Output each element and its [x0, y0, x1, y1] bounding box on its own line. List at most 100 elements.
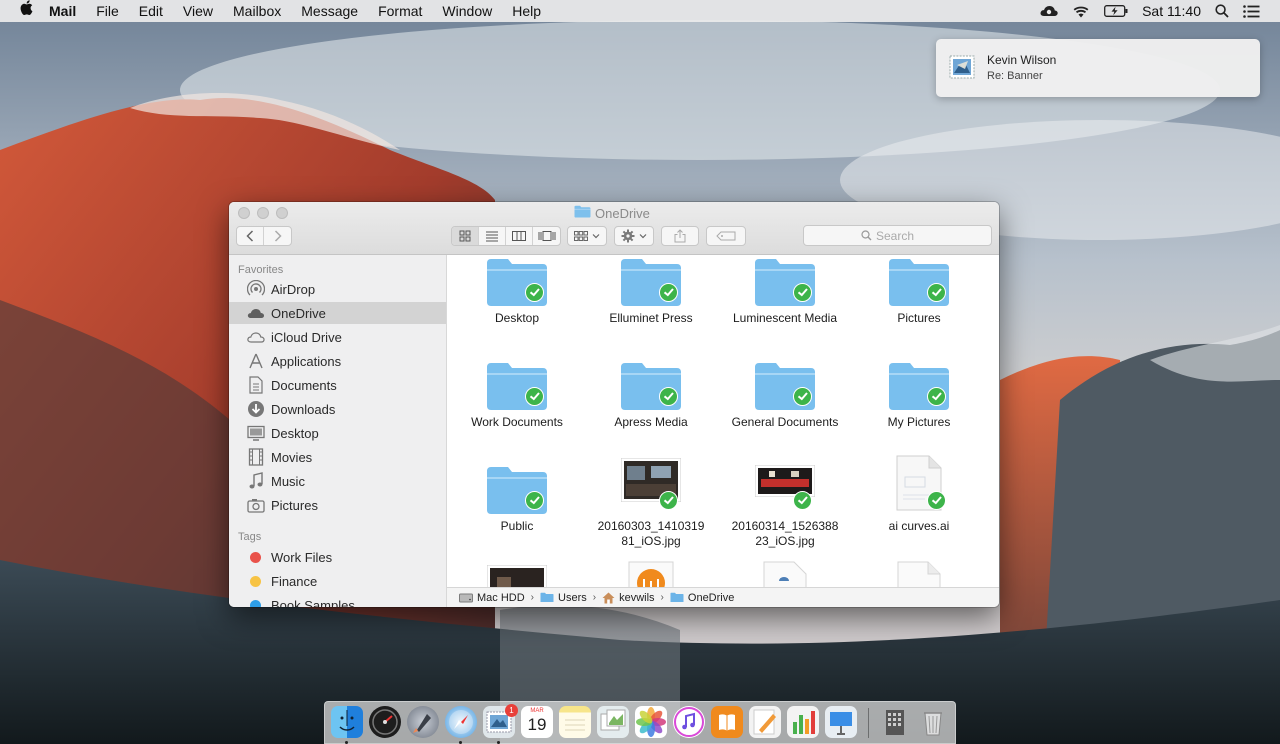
dock-photos-icon[interactable] — [635, 706, 667, 738]
menu-format[interactable]: Format — [368, 0, 432, 22]
folder-item-pictures[interactable]: Pictures — [854, 255, 984, 326]
icloud-icon — [247, 328, 265, 346]
sidebar-item-label: OneDrive — [271, 305, 326, 321]
sidebar-tag-work-files[interactable]: Work Files — [229, 546, 446, 568]
folder-item-general-documents[interactable]: General Documents — [720, 351, 850, 430]
menu-help[interactable]: Help — [502, 0, 551, 22]
dock-itunes-icon[interactable] — [673, 706, 705, 738]
photo-item-20160303[interactable]: 20160303_1410319 81_iOS.jpg — [586, 455, 716, 549]
path-segment-onedrive[interactable]: OneDrive — [670, 592, 734, 604]
back-button[interactable] — [237, 227, 264, 245]
folder-item-luminescent-media[interactable]: Luminescent Media — [720, 255, 850, 326]
spotlight-search-icon[interactable] — [1215, 4, 1229, 18]
synced-checkmark-icon — [659, 387, 678, 406]
search-input[interactable] — [876, 228, 934, 243]
dock-ibooks-icon[interactable] — [711, 706, 743, 738]
sidebar-item-music[interactable]: Music — [229, 470, 446, 492]
folder-item-my-pictures[interactable]: My Pictures — [854, 351, 984, 430]
menu-file[interactable]: File — [86, 0, 129, 22]
folder-item-elluminet-press[interactable]: Elluminet Press — [586, 255, 716, 326]
column-view-button[interactable] — [506, 227, 533, 245]
sidebar-item-onedrive[interactable]: OneDrive — [229, 302, 446, 324]
creative-cloud-icon[interactable] — [1040, 5, 1058, 17]
dock-numbers-icon[interactable] — [787, 706, 819, 738]
icon-view-button[interactable] — [452, 227, 479, 245]
close-window-button[interactable] — [238, 207, 250, 219]
item-name: Public — [500, 519, 534, 533]
dock-launchpad-icon[interactable] — [407, 706, 439, 738]
navigation-buttons — [236, 226, 292, 246]
document-icon — [897, 561, 941, 587]
finder-toolbar: OneDrive — [229, 202, 999, 255]
mail-notification-banner[interactable]: Kevin Wilson Re: Banner — [936, 39, 1260, 97]
dock-trash-icon[interactable] — [917, 706, 949, 738]
sidebar-item-pictures[interactable]: Pictures — [229, 494, 446, 516]
dock-safari-icon[interactable] — [445, 706, 477, 738]
menu-bar-clock[interactable]: Sat 11:40 — [1142, 3, 1201, 19]
action-menu-button[interactable] — [614, 226, 654, 246]
list-view-button[interactable] — [479, 227, 506, 245]
sidebar-item-documents[interactable]: Documents — [229, 374, 446, 396]
dock-dashboard-icon[interactable] — [369, 706, 401, 738]
sidebar-tag-book-samples[interactable]: Book Samples — [229, 594, 446, 607]
battery-charging-icon[interactable] — [1104, 5, 1128, 17]
chevron-left-icon — [246, 230, 254, 242]
menu-window[interactable]: Window — [432, 0, 502, 22]
menu-message[interactable]: Message — [291, 0, 368, 22]
folder-item-work-documents[interactable]: Work Documents — [452, 351, 582, 430]
sidebar-item-downloads[interactable]: Downloads — [229, 398, 446, 420]
dock-calendar-icon[interactable]: MAR 19 — [521, 706, 553, 738]
dock-pages-icon[interactable] — [749, 706, 781, 738]
ibooks-document-item-partial[interactable] — [586, 559, 716, 587]
menu-view[interactable]: View — [173, 0, 223, 22]
folder-item-desktop[interactable]: Desktop — [452, 255, 582, 326]
arrange-menu-button[interactable] — [567, 226, 607, 246]
photo-item-partial[interactable] — [452, 559, 582, 587]
share-button[interactable] — [661, 226, 699, 246]
minimize-window-button[interactable] — [257, 207, 269, 219]
sidebar-item-movies[interactable]: Movies — [229, 446, 446, 468]
wifi-icon[interactable] — [1072, 5, 1090, 18]
mail-badge: 1 — [505, 704, 518, 717]
dock-utilities-stack-icon[interactable] — [879, 706, 911, 738]
menu-mailbox[interactable]: Mailbox — [223, 0, 291, 22]
sidebar-item-label: Documents — [271, 377, 337, 393]
apple-menu-icon[interactable] — [0, 0, 45, 22]
path-segment-users[interactable]: Users — [540, 592, 587, 604]
arrange-grid-icon — [574, 231, 588, 241]
document-item-partial-1[interactable] — [720, 559, 850, 587]
notification-center-icon[interactable] — [1243, 4, 1260, 18]
sidebar-item-desktop[interactable]: Desktop — [229, 422, 446, 444]
folder-item-apress-media[interactable]: Apress Media — [586, 351, 716, 430]
edit-tags-button[interactable] — [706, 226, 746, 246]
document-item-ai-curves[interactable]: ai curves.ai — [854, 455, 984, 534]
photo-item-20160314[interactable]: 20160314_1526388 23_iOS.jpg — [720, 455, 850, 549]
synced-checkmark-icon — [525, 283, 544, 302]
home-icon — [602, 592, 615, 603]
folder-icon — [574, 205, 591, 221]
dock-keynote-icon[interactable] — [825, 706, 857, 738]
forward-button[interactable] — [264, 227, 291, 245]
folder-item-public[interactable]: Public — [452, 455, 582, 534]
dock-finder-icon[interactable] — [331, 706, 363, 738]
sidebar-item-airdrop[interactable]: AirDrop — [229, 278, 446, 300]
sidebar-item-icloud-drive[interactable]: iCloud Drive — [229, 326, 446, 348]
zoom-window-button[interactable] — [276, 207, 288, 219]
share-icon — [674, 229, 686, 243]
app-name-menu[interactable]: Mail — [45, 0, 86, 22]
sidebar-tag-finance[interactable]: Finance — [229, 570, 446, 592]
menu-edit[interactable]: Edit — [129, 0, 173, 22]
search-field[interactable] — [803, 225, 992, 246]
dock-preview-icon[interactable] — [597, 706, 629, 738]
sidebar-item-applications[interactable]: Applications — [229, 350, 446, 372]
sidebar-item-label: Book Samples — [271, 597, 355, 608]
synced-checkmark-icon — [927, 387, 946, 406]
item-name: ai curves.ai — [888, 519, 950, 533]
view-mode-selector — [451, 226, 561, 246]
dock-notes-icon[interactable] — [559, 706, 591, 738]
favorites-heading: Favorites — [238, 264, 284, 276]
path-segment-mac-hdd[interactable]: Mac HDD — [459, 592, 525, 604]
cover-flow-button[interactable] — [533, 227, 560, 245]
path-segment-kevwils[interactable]: kevwils — [602, 592, 655, 604]
document-item-partial-2[interactable] — [854, 559, 984, 587]
